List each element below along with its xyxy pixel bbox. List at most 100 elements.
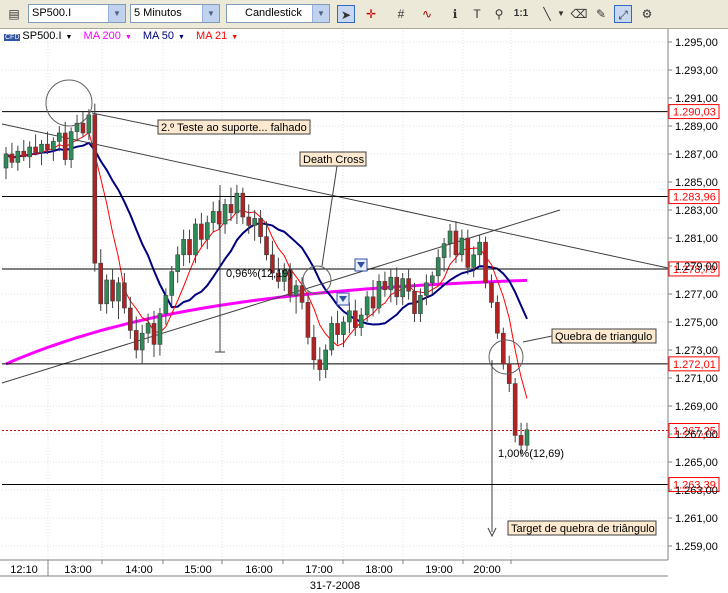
candle[interactable] — [199, 223, 204, 240]
candle[interactable] — [128, 307, 133, 331]
candle[interactable] — [323, 349, 329, 370]
candle[interactable] — [364, 296, 370, 316]
candle[interactable] — [382, 281, 388, 291]
candle[interactable] — [376, 281, 382, 309]
candle[interactable] — [228, 204, 234, 214]
candle[interactable] — [116, 282, 121, 302]
candle[interactable] — [358, 314, 364, 328]
candle[interactable] — [175, 254, 180, 272]
candle[interactable] — [483, 241, 488, 284]
candle[interactable] — [441, 243, 447, 258]
candle[interactable] — [45, 143, 50, 151]
candle[interactable] — [311, 337, 317, 361]
candle[interactable] — [252, 218, 257, 226]
candle[interactable] — [305, 302, 311, 338]
candle[interactable] — [424, 282, 429, 296]
chevron-down-icon[interactable]: ▼ — [125, 34, 132, 41]
candle[interactable] — [501, 332, 506, 365]
candle[interactable] — [412, 290, 417, 314]
candle[interactable] — [62, 132, 68, 160]
interval-select[interactable]: 5 Minutos ▼ — [130, 4, 220, 23]
candle[interactable] — [317, 359, 323, 370]
candle[interactable] — [56, 132, 62, 142]
candle[interactable] — [27, 146, 32, 158]
candle[interactable] — [68, 131, 74, 160]
candle[interactable] — [370, 296, 376, 309]
symbol-icon[interactable]: ▤ — [5, 5, 23, 23]
candle[interactable] — [216, 211, 222, 225]
candle[interactable] — [394, 276, 400, 298]
candle[interactable] — [80, 122, 86, 134]
candle[interactable] — [400, 278, 405, 298]
zoom-icon[interactable]: ⚲ — [490, 5, 508, 23]
pointer-icon[interactable]: ➤ — [337, 5, 355, 23]
candle[interactable] — [471, 254, 477, 268]
candle[interactable] — [193, 223, 198, 256]
candle[interactable] — [157, 313, 163, 345]
candle[interactable] — [234, 192, 240, 214]
candle[interactable] — [465, 237, 471, 268]
candle[interactable] — [246, 216, 252, 226]
sell-marker-icon[interactable] — [354, 258, 368, 272]
chevron-down-icon[interactable]: ▼ — [231, 34, 238, 41]
candle[interactable] — [524, 429, 530, 446]
chevron-down-icon[interactable]: ▼ — [178, 34, 185, 41]
candle[interactable] — [3, 153, 9, 169]
candle[interactable] — [110, 279, 115, 302]
candle[interactable] — [512, 383, 518, 436]
candle[interactable] — [453, 230, 459, 256]
candle[interactable] — [21, 150, 27, 158]
candle[interactable] — [139, 332, 145, 351]
candle[interactable] — [181, 239, 186, 256]
candle[interactable] — [204, 222, 210, 240]
price-chart[interactable]: 1.290,031.283,961.278,791.272,011.267,25… — [0, 0, 728, 593]
chevron-down-icon[interactable]: ▼ — [202, 5, 219, 22]
candle[interactable] — [329, 323, 334, 351]
eraser-icon[interactable]: ⌫ — [570, 5, 588, 23]
candle[interactable] — [518, 435, 524, 446]
legend-ma50[interactable]: MA 50 — [143, 30, 174, 42]
symbol-select[interactable]: SP500.I ▼ — [28, 4, 126, 23]
candle[interactable] — [447, 230, 453, 244]
buy-marker-icon[interactable] — [336, 292, 350, 306]
candle[interactable] — [293, 285, 299, 296]
candle[interactable] — [459, 237, 465, 256]
candle[interactable] — [92, 114, 98, 264]
candle[interactable] — [122, 282, 127, 309]
indicator-icon[interactable]: ∿ — [418, 5, 436, 23]
candle[interactable] — [347, 310, 352, 323]
chevron-down-icon[interactable]: ▼ — [108, 5, 125, 22]
candle[interactable] — [264, 236, 269, 256]
autoscale-icon[interactable]: ⤢ — [614, 5, 632, 23]
paint-icon[interactable]: ✎ — [592, 5, 610, 23]
candle[interactable] — [104, 279, 109, 305]
scale-button[interactable]: 1:1 — [512, 5, 530, 23]
candle[interactable] — [98, 262, 104, 305]
crosshair-icon[interactable]: ✛ — [362, 5, 380, 23]
candle[interactable] — [187, 239, 192, 256]
candle[interactable] — [477, 241, 482, 256]
candle[interactable] — [133, 330, 139, 351]
candle[interactable] — [33, 146, 38, 153]
info-icon[interactable]: ℹ — [446, 5, 464, 23]
candle[interactable] — [145, 323, 151, 334]
candle[interactable] — [151, 323, 157, 345]
settings-icon[interactable]: ⚙ — [638, 5, 656, 23]
candle[interactable] — [210, 211, 216, 223]
candle[interactable] — [299, 285, 305, 303]
chevron-down-icon[interactable]: ▼ — [66, 34, 73, 41]
candle[interactable] — [353, 310, 358, 328]
candle[interactable] — [388, 276, 394, 291]
candle[interactable] — [163, 295, 169, 314]
candle[interactable] — [258, 218, 263, 237]
candle[interactable] — [9, 153, 15, 163]
grid-icon[interactable]: # — [392, 5, 410, 23]
candle[interactable] — [15, 150, 21, 163]
chart-style-select[interactable]: Candlestick ▼ — [226, 4, 330, 23]
text-icon[interactable]: T — [468, 5, 486, 23]
candle[interactable] — [495, 302, 500, 334]
candle[interactable] — [341, 321, 346, 335]
chevron-down-icon[interactable]: ▼ — [312, 5, 329, 22]
candle[interactable] — [406, 278, 411, 292]
candle[interactable] — [240, 192, 246, 218]
